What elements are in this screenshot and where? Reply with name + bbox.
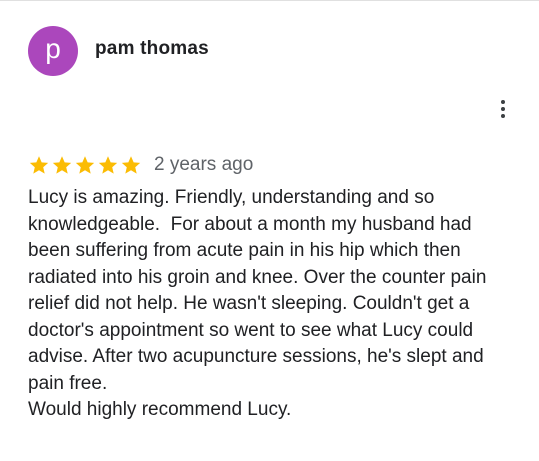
star-icon: [74, 154, 96, 176]
star-icon: [28, 154, 50, 176]
star-icon: [97, 154, 119, 176]
avatar-letter: p: [45, 33, 61, 64]
review-date: 2 years ago: [154, 154, 254, 175]
star-rating: [28, 154, 142, 176]
star-icon: [51, 154, 73, 176]
review-text: Lucy is amazing. Friendly, understanding…: [28, 187, 487, 420]
star-icon: [120, 154, 142, 176]
review-card: p pam thomas 2 years ago Lucy is amazing…: [0, 0, 539, 461]
more-vert-icon: [501, 100, 505, 118]
more-options-button[interactable]: [491, 95, 515, 123]
reviewer-name[interactable]: pam thomas: [95, 38, 209, 60]
rating-row: 2 years ago: [28, 151, 253, 179]
avatar[interactable]: p: [28, 26, 78, 76]
